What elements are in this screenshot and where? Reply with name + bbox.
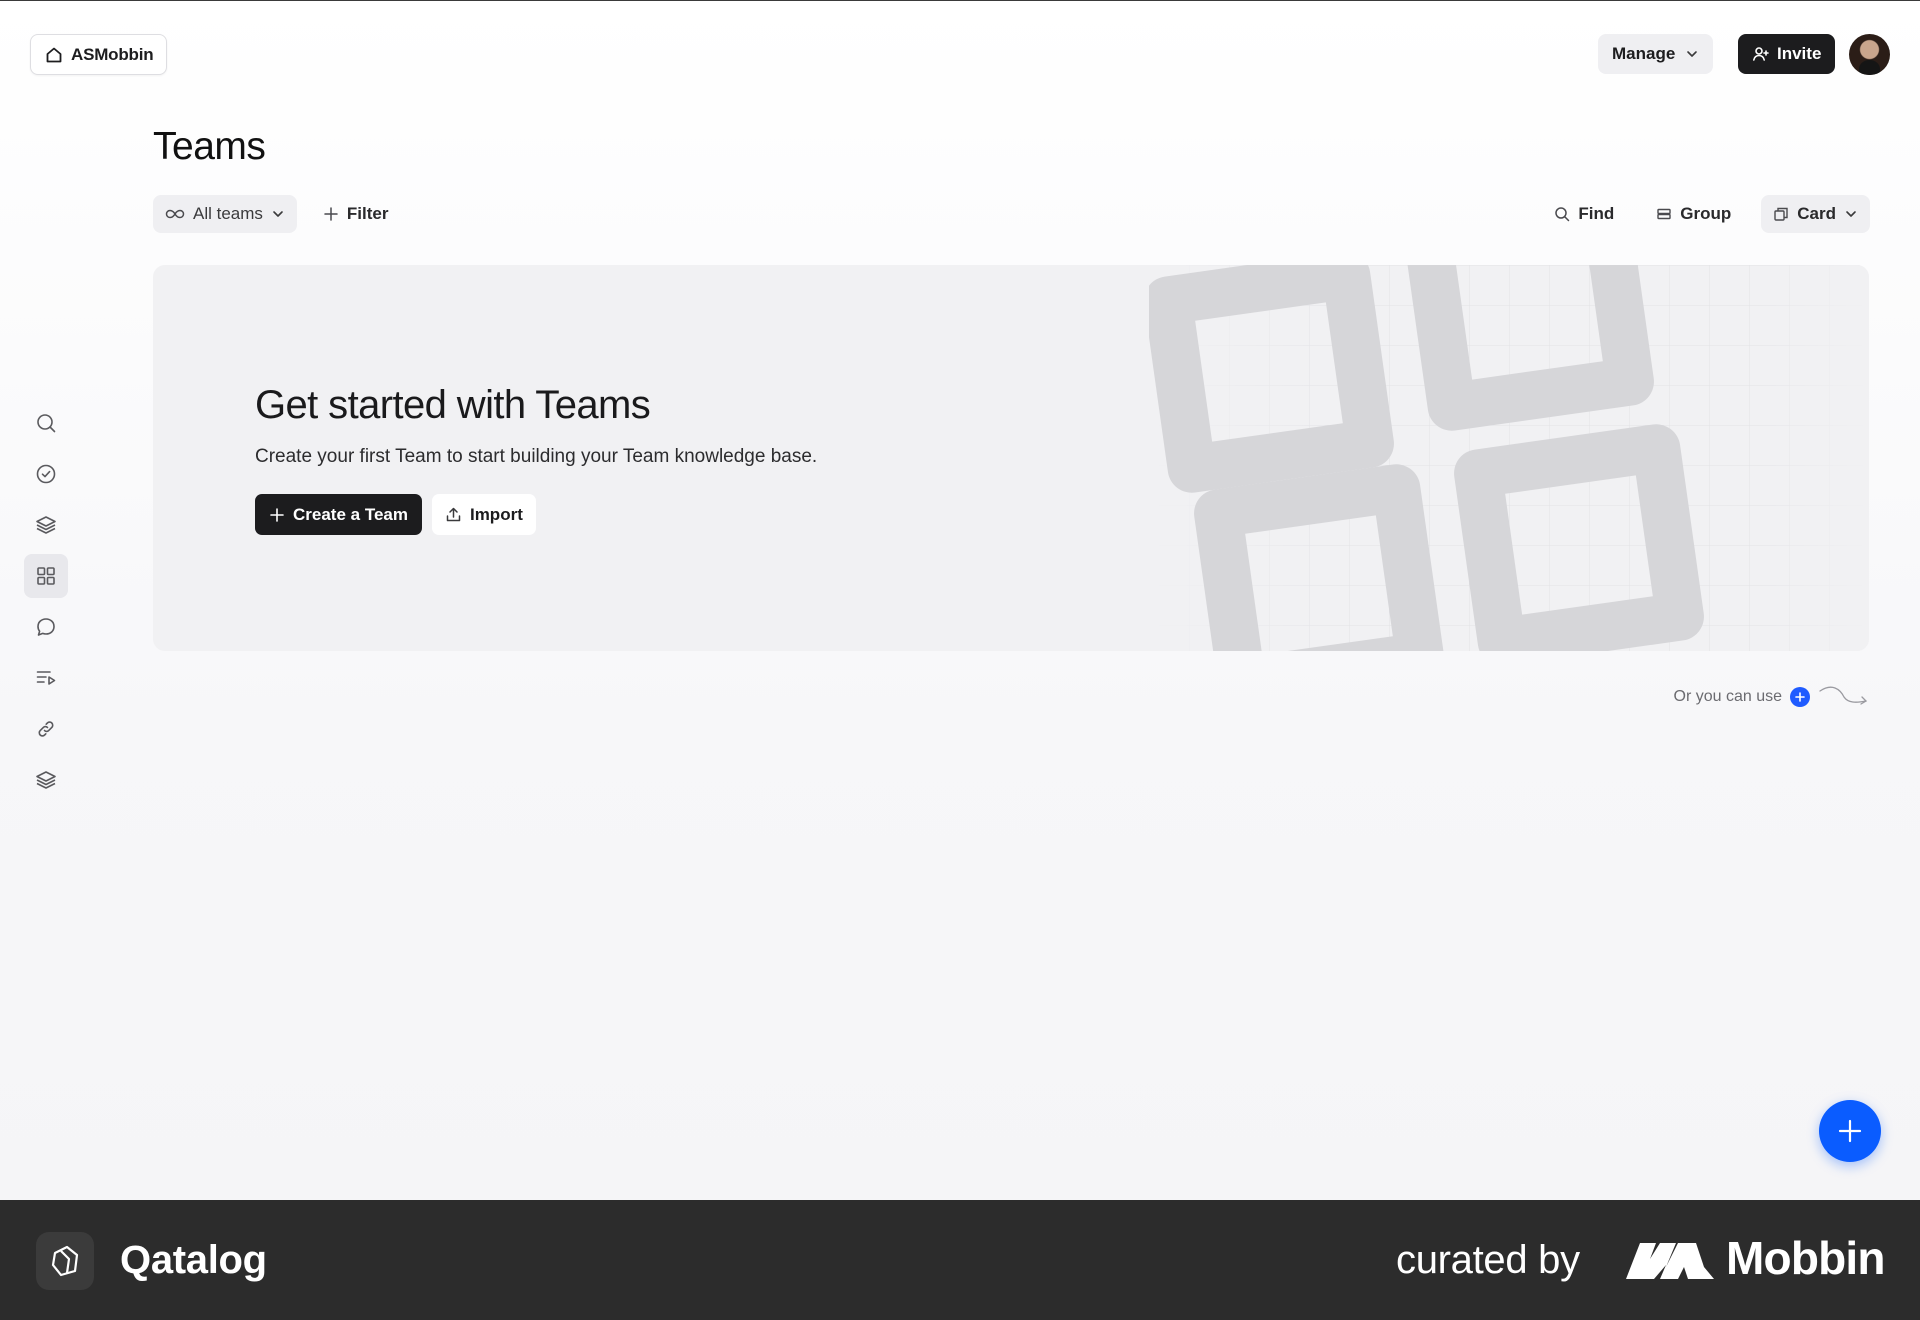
app-name: Qatalog bbox=[120, 1238, 267, 1282]
toolbar-left: All teams Filter bbox=[153, 195, 400, 233]
sidebar-item-playlist[interactable] bbox=[24, 656, 68, 700]
chevron-down-icon bbox=[1844, 207, 1858, 221]
upload-icon bbox=[445, 506, 462, 523]
add-fab-button[interactable] bbox=[1819, 1100, 1881, 1162]
teams-illustration bbox=[1149, 265, 1869, 651]
invite-button[interactable]: Invite bbox=[1738, 34, 1836, 74]
sidebar-item-search[interactable] bbox=[24, 401, 68, 445]
curated-by-text: curated by bbox=[1396, 1238, 1580, 1282]
import-button[interactable]: Import bbox=[431, 494, 536, 535]
mobbin-brand: Mobbin bbox=[1626, 1232, 1886, 1284]
view-dropdown[interactable]: Card bbox=[1761, 195, 1870, 233]
layers-icon bbox=[35, 769, 57, 791]
create-team-button[interactable]: Create a Team bbox=[255, 494, 422, 535]
empty-state-banner: Get started with Teams Create your first… bbox=[153, 265, 1869, 651]
mobbin-logo-icon bbox=[1626, 1237, 1714, 1279]
manage-button[interactable]: Manage bbox=[1598, 34, 1714, 74]
sidebar-item-chat[interactable] bbox=[24, 605, 68, 649]
filter-button[interactable]: Filter bbox=[311, 195, 401, 233]
plus-icon bbox=[1837, 1118, 1863, 1144]
invite-label: Invite bbox=[1777, 44, 1822, 63]
card-view-icon bbox=[1773, 206, 1789, 222]
group-button[interactable]: Group bbox=[1644, 195, 1743, 233]
mobbin-wordmark: Mobbin bbox=[1726, 1232, 1886, 1284]
grid-icon bbox=[35, 565, 57, 587]
check-circle-icon bbox=[35, 463, 57, 485]
avatar[interactable] bbox=[1849, 34, 1890, 75]
group-label: Group bbox=[1680, 204, 1732, 223]
create-team-label: Create a Team bbox=[293, 504, 408, 524]
manage-label: Manage bbox=[1612, 44, 1676, 63]
empty-state-subtitle: Create your first Team to start building… bbox=[255, 446, 818, 467]
search-icon bbox=[35, 412, 57, 434]
sidebar-item-library[interactable] bbox=[24, 503, 68, 547]
view-label: Card bbox=[1797, 204, 1836, 223]
add-user-icon bbox=[1752, 45, 1770, 63]
all-teams-label: All teams bbox=[193, 204, 263, 223]
layers-icon bbox=[35, 514, 57, 536]
import-label: Import bbox=[469, 504, 523, 524]
chat-bubble-icon bbox=[35, 616, 57, 638]
chevron-down-icon bbox=[271, 207, 285, 221]
plus-icon bbox=[269, 507, 285, 523]
toolbar-right: Find Group Card bbox=[1542, 195, 1870, 233]
hint-text: Or you can use bbox=[1673, 688, 1783, 705]
sidebar-item-stacks[interactable] bbox=[24, 758, 68, 802]
plus-icon bbox=[1790, 687, 1810, 707]
search-icon bbox=[1554, 206, 1570, 222]
page-title: Teams bbox=[153, 125, 266, 168]
home-icon bbox=[45, 46, 63, 64]
qatalog-logo bbox=[36, 1232, 94, 1290]
empty-state-title: Get started with Teams bbox=[255, 383, 651, 427]
sidebar-item-links[interactable] bbox=[24, 707, 68, 751]
quick-create-hint: Or you can use bbox=[1674, 685, 1871, 709]
find-button[interactable]: Find bbox=[1542, 195, 1626, 233]
empty-state-actions: Create a Team Import bbox=[255, 494, 536, 535]
sidebar-item-teams[interactable] bbox=[24, 554, 68, 598]
plus-icon bbox=[323, 206, 339, 222]
workspace-button[interactable]: ASMobbin bbox=[30, 34, 168, 75]
link-icon bbox=[35, 718, 57, 740]
group-icon bbox=[1656, 206, 1672, 222]
chevron-down-icon bbox=[1685, 47, 1699, 61]
find-label: Find bbox=[1578, 204, 1615, 223]
footer-bar: Qatalog curated by Mobbin bbox=[0, 1200, 1920, 1320]
sidebar bbox=[24, 401, 68, 809]
filter-label: Filter bbox=[346, 204, 389, 223]
sidebar-item-tasks[interactable] bbox=[24, 452, 68, 496]
playlist-icon bbox=[35, 667, 57, 689]
workspace-name: ASMobbin bbox=[71, 44, 154, 64]
all-teams-dropdown[interactable]: All teams bbox=[153, 195, 297, 233]
curved-arrow-icon bbox=[1818, 685, 1870, 709]
infinity-icon bbox=[165, 207, 185, 221]
app-window: ASMobbin Manage Invite Teams All teams F… bbox=[0, 0, 1920, 1200]
